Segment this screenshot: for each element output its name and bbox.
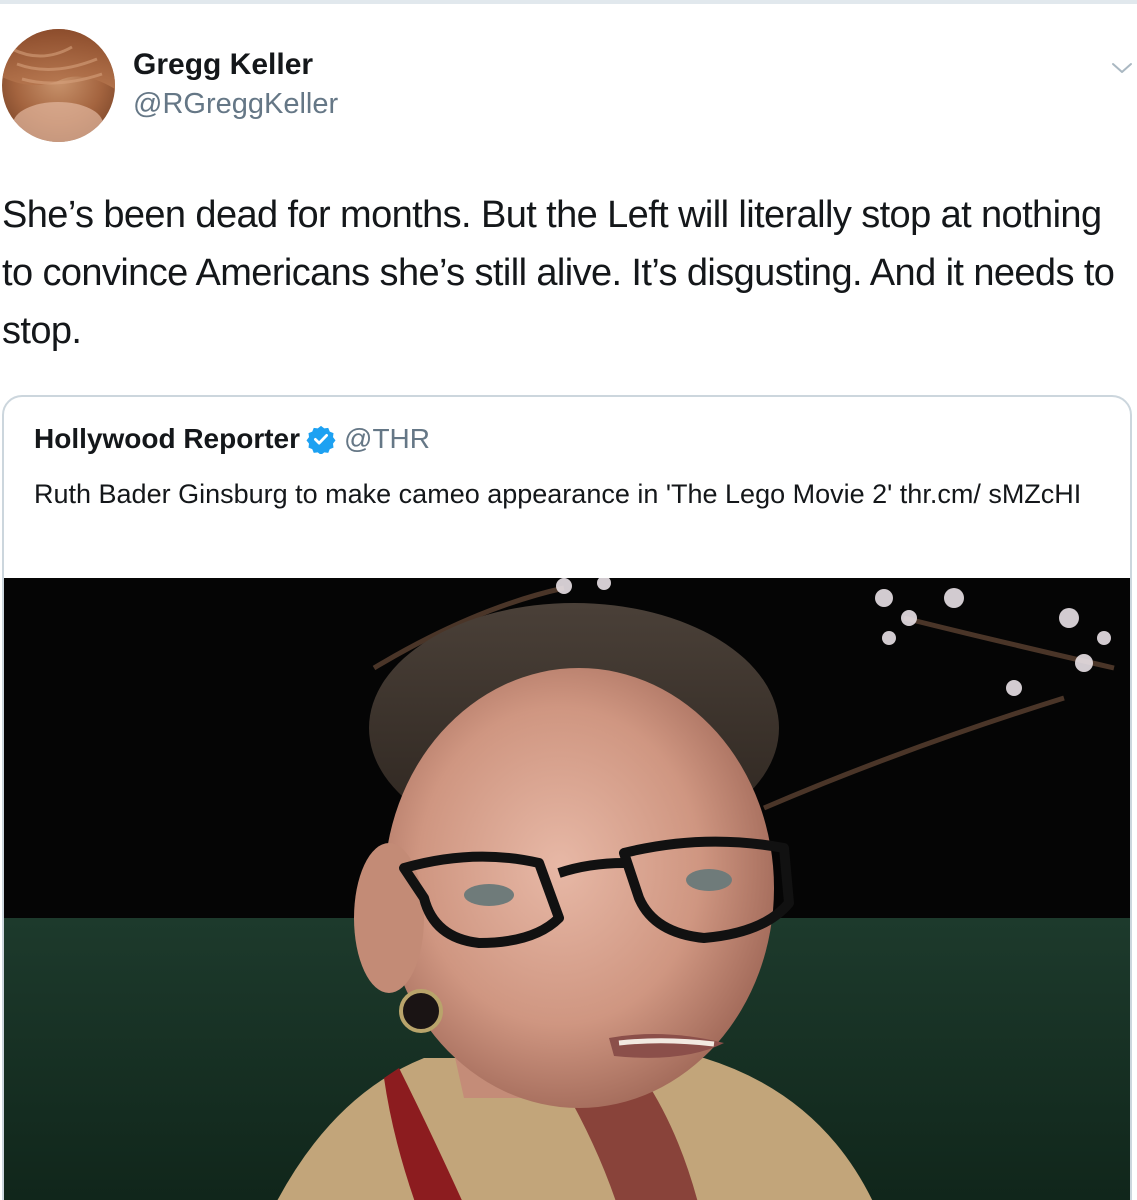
tweet-page: Gregg Keller @RGreggKeller She’s been de… [0,0,1137,1200]
quoted-tweet-text: Ruth Bader Ginsburg to make cameo appear… [34,479,1082,509]
quoted-tweet-card[interactable]: Hollywood Reporter @THR Ruth Bader Ginsb… [2,395,1132,1200]
top-divider [0,0,1137,4]
quoted-tweet-header: Hollywood Reporter @THR [34,419,430,459]
avatar-photo [2,29,115,142]
verified-badge-icon [306,425,336,454]
author-handle[interactable]: @RGreggKeller [133,87,338,121]
author-name[interactable]: Gregg Keller [133,47,313,83]
author-avatar[interactable] [2,29,115,142]
portrait-photo [4,578,1130,1200]
quoted-author-handle[interactable]: @THR [344,423,430,455]
chevron-down-icon[interactable] [1109,55,1135,81]
quoted-author-name[interactable]: Hollywood Reporter [34,423,300,455]
tweet-text: She’s been dead for months. But the Left… [2,194,1115,352]
quoted-tweet-photo[interactable] [4,578,1130,1200]
